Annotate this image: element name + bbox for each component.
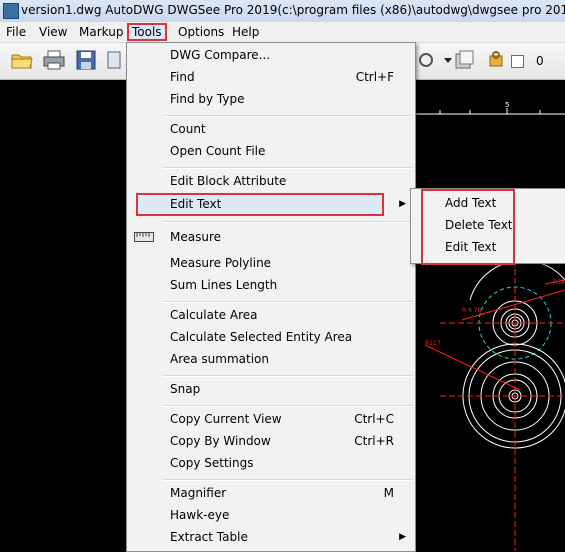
menu-item-edit-block-attribute[interactable]: Edit Block Attribute [128,171,414,191]
menu-item-magnifier[interactable]: Magnifier M [128,483,414,503]
menu-item-dwg-compare[interactable]: DWG Compare... [128,45,414,65]
menu-view[interactable]: View [37,24,69,40]
menu-file[interactable]: File [4,24,28,40]
menu-separator [163,115,413,117]
menu-item-count[interactable]: Count [128,119,414,139]
submenu-item-add-text[interactable]: Add Text [445,193,496,213]
menu-item-hawk-eye[interactable]: Hawk-eye [128,505,414,525]
dim-label: R 6 76 [462,307,482,314]
menu-separator [163,221,413,223]
layer-icon[interactable] [452,48,476,72]
menu-tools[interactable]: Tools [127,23,167,41]
menu-item-copy-settings[interactable]: Copy Settings [128,453,414,473]
print-icon[interactable] [42,48,66,72]
menu-bar: File View Markup Tools Options Help [0,22,565,43]
menu-item-snap[interactable]: Snap [128,379,414,399]
submenu-arrow-icon: ▶ [399,532,406,542]
submenu-item-delete-text[interactable]: Delete Text [445,215,513,235]
shortcut-label: Ctrl+F [355,70,394,84]
menu-separator [163,479,413,481]
shortcut-label: Ctrl+R [354,434,394,448]
menu-item-calculate-selected-entity-area[interactable]: Calculate Selected Entity Area [128,327,414,347]
ruler-label: 5 [505,101,509,109]
menu-separator [163,405,413,407]
menu-item-edit-text[interactable]: Edit Text ▶ [128,193,414,216]
menu-item-measure-polyline[interactable]: Measure Polyline [128,253,414,273]
toolbar-checkbox[interactable] [511,55,524,68]
menu-item-copy-by-window[interactable]: Copy By Window Ctrl+R [128,431,414,451]
menu-item-copy-current-view[interactable]: Copy Current View Ctrl+C [128,409,414,429]
ruler-icon [134,232,154,242]
open-folder-icon[interactable] [10,48,34,72]
menu-separator [163,301,413,303]
app-icon [3,3,19,19]
edit-text-submenu: Add Text Delete Text Edit Text [410,188,565,265]
dim-label: R38 [553,279,565,286]
settings-icon[interactable] [484,48,503,72]
toolbar-value[interactable]: 0 [536,54,544,68]
menu-item-area-summation[interactable]: Area summation [128,349,414,369]
submenu-item-edit-text[interactable]: Edit Text [445,237,496,257]
tools-dropdown-menu: DWG Compare... Find Ctrl+F Find by Type … [126,42,416,552]
submenu-arrow-icon: ▶ [399,199,406,209]
menu-item-find[interactable]: Find Ctrl+F [128,67,414,87]
shortcut-label: Ctrl+C [354,412,394,426]
dim-line [461,289,565,321]
window-title: version1.dwg AutoDWG DWGSee Pro 2019(c:\… [21,3,565,17]
dim-label: R117 [425,340,441,347]
menu-options[interactable]: Options [176,24,226,40]
dim-line [424,344,521,391]
shortcut-label: M [383,486,394,500]
menu-separator [163,167,413,169]
menu-item-calculate-area[interactable]: Calculate Area [128,305,414,325]
menu-item-measure[interactable]: Measure [128,227,414,247]
menu-item-extract-table[interactable]: Extract Table ▶ [128,527,414,547]
menu-item-find-by-type[interactable]: Find by Type [128,89,414,109]
menu-separator [163,375,413,377]
menu-item-open-count-file[interactable]: Open Count File [128,141,414,161]
menu-help[interactable]: Help [230,24,261,40]
save-icon[interactable] [74,48,98,72]
toolbar-tool-icon[interactable] [102,48,121,72]
menu-markup[interactable]: Markup [77,24,125,40]
chevron-down-icon[interactable] [436,48,452,72]
title-bar: version1.dwg AutoDWG DWGSee Pro 2019(c:\… [0,0,565,23]
pan-tool-icon[interactable] [414,48,434,72]
menu-item-sum-lines-length[interactable]: Sum Lines Length [128,275,414,295]
